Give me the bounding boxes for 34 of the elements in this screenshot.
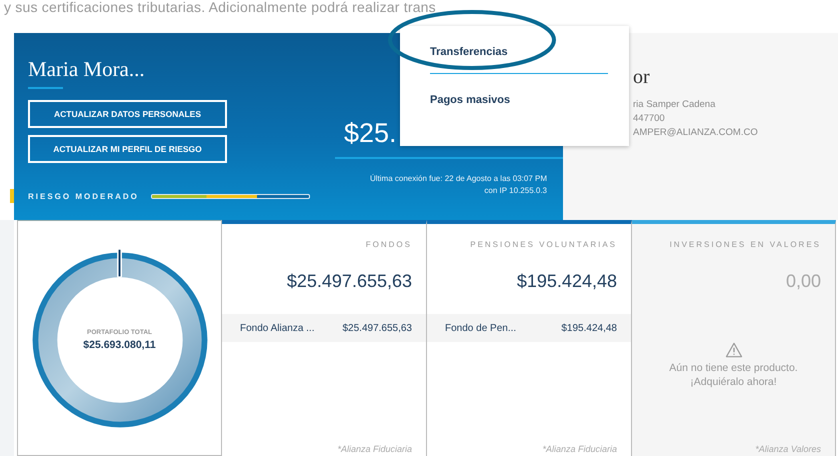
product-title: FONDOS [366,240,413,249]
fund-name: Fondo de Pen... [445,322,516,334]
provider-note: *Alianza Valores [755,444,822,456]
product-total: $195.424,48 [516,270,618,293]
warning-icon [724,342,742,358]
update-button[interactable]: ACTUALIZAR MI PERFIL DE RIESGO [28,135,227,163]
fund-row[interactable]: Fondo Alianza ... $25.497.655,63 [222,314,426,342]
product-title: INVERSIONES EN VALORES [670,240,822,249]
advisor-title: or [633,66,651,89]
fund-row[interactable]: Fondo de Pen... $195.424,48 [427,314,631,342]
provider-note: *Alianza Fiduciaria [337,444,413,456]
advisor-info: ria Samper Cadena [633,98,716,112]
menu-item[interactable]: Pagos masivos [430,94,510,106]
last-connection-text: con IP 10.255.0.3 [484,185,547,197]
advisor-info: 447700 [633,112,666,126]
intro-text: y sus certificaciones tributarias. Adicionalmente podrá realizar trans [3,0,437,17]
product-total: $25.497.655,63 [286,270,413,293]
fund-amount: $25.497.655,63 [342,322,412,334]
product-total: 0,00 [786,270,822,293]
user-name: Maria Mora... [28,57,145,82]
portfolio-total: $25.693.080,11 [83,339,156,351]
product-title: PENSIONES VOLUNTARIAS [470,240,618,249]
balance-amount: $25. [344,117,397,149]
update-button[interactable]: ACTUALIZAR DATOS PERSONALES [28,100,227,128]
risk-indicator [10,189,14,203]
last-connection-text: Última conexión fue: 22 de Agosto a las 03:07 PM [370,173,547,185]
fund-name: Fondo Alianza ... [240,322,314,334]
empty-message: ¡Adquiéralo ahora! [690,375,777,389]
provider-note: *Alianza Fiduciaria [542,444,618,456]
menu-item[interactable]: Transferencias [430,46,508,58]
empty-message: Aún no tiene este producto. [669,361,798,375]
advisor-info: AMPER@ALIANZA.COM.CO [633,126,759,140]
risk-label: RIESGO MODERADO [28,192,139,201]
fund-amount: $195.424,48 [561,322,617,334]
